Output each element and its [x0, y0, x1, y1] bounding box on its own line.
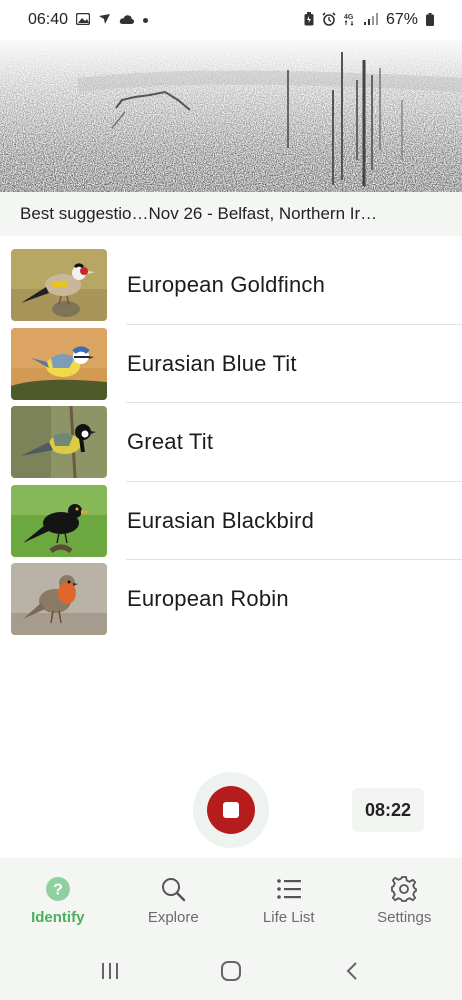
nav-life-list[interactable]: Life List: [231, 858, 347, 942]
stop-icon: [223, 802, 239, 818]
blue-tit-photo: [11, 327, 107, 400]
arrow-icon: [98, 13, 111, 27]
nav-settings[interactable]: Settings: [347, 858, 462, 942]
search-icon: [159, 875, 187, 903]
stop-recording-button[interactable]: [207, 786, 255, 834]
species-name: European Robin: [127, 586, 289, 612]
status-bar-left: 06:40: [28, 11, 149, 29]
gallery-icon: [75, 12, 91, 27]
list-item[interactable]: European Robin: [0, 560, 462, 639]
suggestion-label: Best suggestio…: [20, 204, 149, 223]
blackbird-photo: [11, 484, 107, 557]
system-navigation: [0, 942, 462, 1000]
bottom-navigation: ? Identify Explore Life List Settings: [0, 858, 462, 942]
battery-icon: [426, 12, 434, 28]
nav-life-list-label: Life List: [262, 908, 315, 926]
back-icon[interactable]: [332, 951, 372, 991]
species-name: European Goldfinch: [127, 272, 326, 298]
list-icon: [275, 875, 303, 903]
alarm-icon: [322, 12, 336, 28]
question-icon: ?: [44, 875, 72, 903]
recording-timer: 08:22: [352, 788, 424, 832]
suggestion-location: Nov 26 - Belfast, Northern Ir…: [148, 204, 378, 223]
status-bar-right: 4G 67%: [304, 11, 434, 29]
list-item[interactable]: European Goldfinch: [0, 246, 462, 325]
nav-settings-label: Settings: [377, 908, 432, 926]
status-time: 06:40: [28, 11, 69, 28]
nav-explore-label: Explore: [147, 908, 199, 926]
battery-saver-icon: [304, 12, 314, 28]
spectrogram: [0, 40, 462, 192]
battery-percent: 67%: [385, 11, 418, 28]
dot-icon: [143, 17, 149, 23]
list-item[interactable]: Eurasian Blackbird: [0, 482, 462, 560]
svg-text:?: ?: [53, 881, 63, 898]
species-name: Eurasian Blackbird: [127, 507, 315, 533]
best-suggestion-bar: Best suggestio… Nov 26 - Belfast, Northe…: [0, 192, 462, 236]
record-button-halo: [193, 772, 269, 848]
4g-icon: 4G: [344, 12, 356, 28]
species-name: Eurasian Blue Tit: [127, 350, 297, 376]
svg-text:4G: 4G: [344, 14, 354, 21]
status-bar: 06:40 4G 67%: [0, 0, 462, 40]
recents-icon[interactable]: [90, 951, 130, 991]
list-item[interactable]: Great Tit: [0, 403, 462, 482]
great-tit-photo: [11, 406, 107, 479]
list-item[interactable]: Eurasian Blue Tit: [0, 325, 462, 403]
species-name: Great Tit: [127, 429, 214, 455]
gear-icon: [390, 875, 418, 903]
home-icon[interactable]: [211, 951, 251, 991]
nav-identify-label: Identify: [31, 908, 85, 926]
robin-photo: [11, 563, 107, 636]
cloud-icon: [119, 14, 135, 27]
species-list: European Goldfinch Eurasian Blue Tit Gre…: [0, 246, 462, 639]
nav-explore[interactable]: Explore: [116, 858, 232, 942]
nav-identify[interactable]: ? Identify: [0, 858, 116, 942]
goldfinch-photo: [11, 249, 107, 322]
signal-icon: [363, 13, 378, 27]
